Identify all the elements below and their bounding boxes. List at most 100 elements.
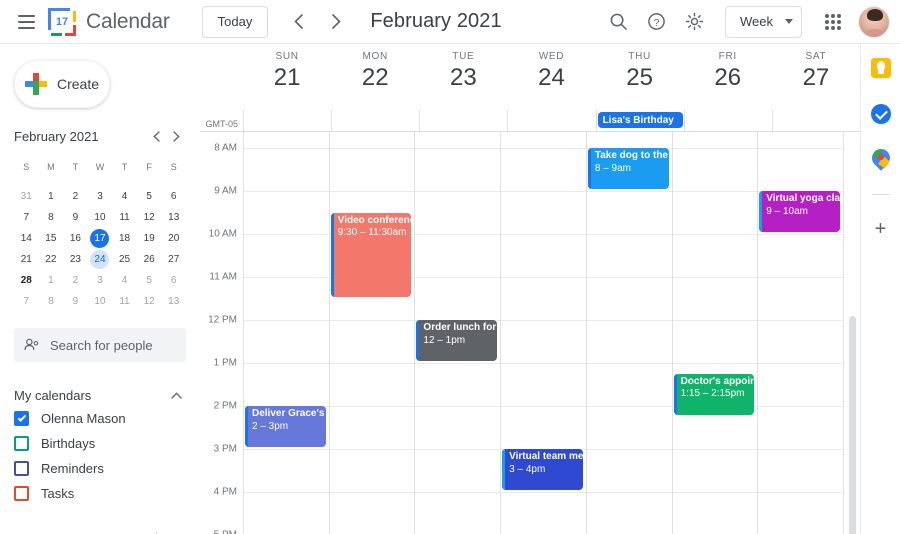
gear-icon[interactable]	[677, 5, 711, 39]
event-color-stripe	[674, 374, 677, 415]
calendar-list-item[interactable]: Tasks	[14, 481, 186, 506]
all-day-cell[interactable]	[507, 110, 595, 131]
calendar-event[interactable]: Take dog to the vet8 – 9am	[588, 148, 669, 189]
calendar-list-item[interactable]: Birthdays	[14, 431, 186, 456]
google-keep-icon[interactable]	[869, 56, 893, 80]
search-icon[interactable]	[601, 5, 635, 39]
apps-grid-icon[interactable]	[816, 5, 850, 39]
mini-calendar-day[interactable]: 15	[39, 228, 64, 249]
calendar-event[interactable]: Deliver Grace's gift2 – 3pm	[245, 406, 326, 447]
all-day-event[interactable]: Lisa's Birthday	[598, 112, 683, 128]
today-button[interactable]: Today	[202, 6, 269, 38]
day-header-sat[interactable]: SAT27	[772, 44, 860, 110]
mini-calendar-day-number: 10	[90, 208, 109, 227]
mini-calendar-day[interactable]: 3	[88, 270, 113, 291]
next-period-button[interactable]	[320, 6, 352, 38]
mini-calendar-day[interactable]: 8	[39, 207, 64, 228]
mini-calendar-day[interactable]: 7	[14, 291, 39, 312]
mini-calendar-day[interactable]: 9	[63, 291, 88, 312]
day-header-mon[interactable]: MON22	[331, 44, 419, 110]
calendar-event[interactable]: Video conference9:30 – 11:30am	[331, 213, 412, 297]
mini-calendar-day[interactable]: 2	[63, 186, 88, 207]
all-day-cell[interactable]	[331, 110, 419, 131]
add-side-panel-plus-icon[interactable]: +	[869, 217, 893, 241]
calendar-logo-link[interactable]: 17 Calendar	[48, 8, 170, 36]
mini-calendar-day[interactable]: 19	[137, 228, 162, 249]
mini-calendar-day[interactable]: 23	[63, 249, 88, 270]
mini-calendar-day[interactable]: 1	[39, 186, 64, 207]
day-header-thu[interactable]: THU25	[596, 44, 684, 110]
calendar-event[interactable]: Virtual team meeting3 – 4pm	[502, 449, 583, 490]
vertical-scrollbar-thumb[interactable]	[849, 316, 856, 534]
calendar-checkbox[interactable]	[14, 486, 29, 501]
view-mode-select[interactable]: Week	[725, 6, 802, 38]
mini-calendar-day[interactable]: 2	[63, 270, 88, 291]
calendar-event[interactable]: Virtual yoga class9 – 10am	[759, 191, 840, 232]
mini-calendar-day[interactable]: 12	[137, 207, 162, 228]
mini-calendar-day[interactable]: 18	[112, 228, 137, 249]
calendar-checkbox[interactable]	[14, 411, 29, 426]
mini-calendar-day[interactable]: 9	[63, 207, 88, 228]
previous-period-button[interactable]	[282, 6, 314, 38]
mini-calendar-day[interactable]: 4	[112, 270, 137, 291]
mini-calendar-day[interactable]: 17	[88, 228, 113, 249]
all-day-cell[interactable]: Lisa's Birthday	[596, 110, 684, 131]
add-other-calendar-icon[interactable]	[146, 529, 166, 534]
mini-calendar-day[interactable]: 27	[161, 249, 186, 270]
mini-calendar-day[interactable]: 8	[39, 291, 64, 312]
all-day-cell[interactable]	[772, 110, 860, 131]
mini-calendar-day[interactable]: 16	[63, 228, 88, 249]
mini-calendar-day[interactable]: 13	[161, 207, 186, 228]
mini-calendar-day[interactable]: 12	[137, 291, 162, 312]
mini-calendar-day[interactable]: 1	[39, 270, 64, 291]
calendar-list-item[interactable]: Olenna Mason	[14, 406, 186, 431]
mini-calendar-day[interactable]: 21	[14, 249, 39, 270]
mini-calendar-day[interactable]: 25	[112, 249, 137, 270]
create-button[interactable]: Create	[14, 60, 110, 108]
other-calendars-header[interactable]: Other calendars	[14, 528, 186, 534]
mini-calendar-day[interactable]: 6	[161, 270, 186, 291]
calendar-checkbox[interactable]	[14, 436, 29, 451]
mini-calendar-day[interactable]: 10	[88, 207, 113, 228]
mini-calendar-day[interactable]: 20	[161, 228, 186, 249]
day-header-fri[interactable]: FRI26	[684, 44, 772, 110]
calendar-checkbox[interactable]	[14, 461, 29, 476]
mini-prev-month-button[interactable]	[146, 126, 166, 146]
all-day-cell[interactable]	[243, 110, 331, 131]
mini-calendar-day[interactable]: 11	[112, 291, 137, 312]
user-avatar[interactable]	[858, 6, 890, 38]
day-header-tue[interactable]: TUE23	[419, 44, 507, 110]
google-tasks-icon[interactable]	[869, 102, 893, 126]
mini-calendar-day[interactable]: 7	[14, 207, 39, 228]
chevron-up-icon[interactable]	[166, 385, 186, 405]
chevron-up-icon[interactable]	[166, 529, 186, 534]
google-maps-icon[interactable]	[869, 148, 893, 172]
mini-calendar-day[interactable]: 22	[39, 249, 64, 270]
mini-calendar-day[interactable]: 28	[14, 270, 39, 291]
all-day-cell[interactable]	[419, 110, 507, 131]
mini-calendar-day[interactable]: 6	[161, 186, 186, 207]
mini-calendar-day[interactable]: 26	[137, 249, 162, 270]
mini-calendar-day[interactable]: 5	[137, 270, 162, 291]
mini-next-month-button[interactable]	[166, 126, 186, 146]
mini-calendar-day[interactable]: 14	[14, 228, 39, 249]
mini-calendar-day[interactable]: 4	[112, 186, 137, 207]
search-for-people-input[interactable]: Search for people	[14, 328, 186, 362]
hamburger-menu-icon[interactable]	[8, 4, 44, 40]
calendar-event[interactable]: Doctor's appointment1:15 – 2:15pm	[674, 374, 755, 415]
day-header-sun[interactable]: SUN21	[243, 44, 331, 110]
my-calendars-header[interactable]: My calendars	[14, 384, 186, 406]
mini-calendar-day[interactable]: 11	[112, 207, 137, 228]
help-icon[interactable]: ?	[639, 5, 673, 39]
calendar-event[interactable]: Order lunch for office12 – 1pm	[416, 320, 497, 361]
all-day-cell[interactable]	[684, 110, 772, 131]
mini-calendar-day[interactable]: 10	[88, 291, 113, 312]
mini-calendar-day[interactable]: 3	[88, 186, 113, 207]
mini-calendar-day[interactable]: 13	[161, 291, 186, 312]
mini-calendar-day[interactable]: 24	[88, 249, 113, 270]
day-header-wed[interactable]: WED24	[507, 44, 595, 110]
mini-calendar-day[interactable]: 31	[14, 186, 39, 207]
mini-calendar-day[interactable]: 5	[137, 186, 162, 207]
calendar-list-item[interactable]: Reminders	[14, 456, 186, 481]
time-grid-scroll[interactable]: 8 AM9 AM10 AM11 AM12 PM1 PM2 PM3 PM4 PM5…	[200, 132, 860, 534]
